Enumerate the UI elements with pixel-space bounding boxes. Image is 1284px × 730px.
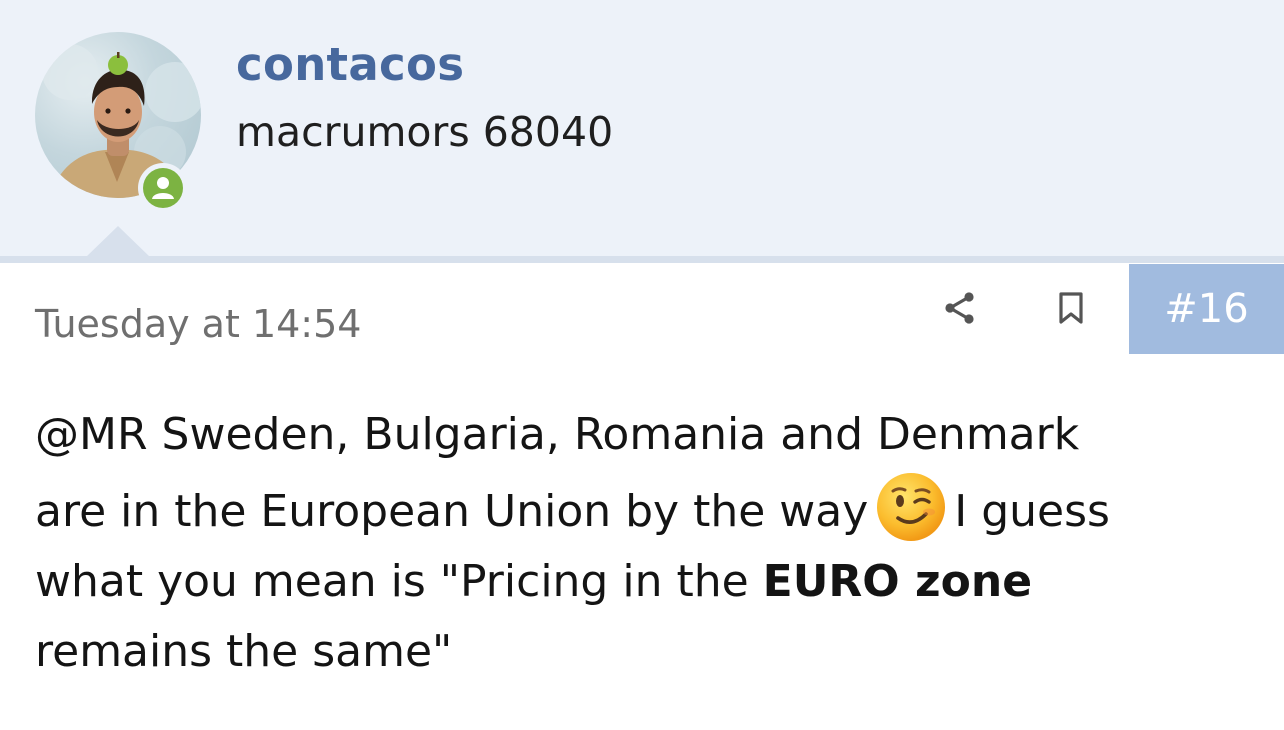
- message-line-3: what you mean is "Pricing in the EURO zo…: [35, 547, 1260, 617]
- message-line-2: are in the European Union by the way I g…: [35, 470, 1260, 547]
- username-link[interactable]: contacos: [236, 38, 464, 91]
- message-text: are in the European Union by the way: [35, 486, 869, 537]
- winking-face-emoji-icon: [874, 470, 948, 544]
- message-body: @MR Sweden, Bulgaria, Romania and Denmar…: [35, 400, 1260, 687]
- share-button[interactable]: [938, 286, 982, 330]
- message-text: I guess: [954, 486, 1110, 537]
- message-text: remains the same": [35, 626, 453, 677]
- message-line-1: @MR Sweden, Bulgaria, Romania and Denmar…: [35, 400, 1260, 470]
- message-text: what you mean is "Pricing in the: [35, 556, 763, 607]
- online-badge: [138, 163, 188, 213]
- user-title: macrumors 68040: [236, 108, 614, 156]
- header-pointer-arrow: [86, 226, 150, 257]
- share-icon: [945, 292, 974, 324]
- post-number-link[interactable]: #16: [1129, 264, 1284, 354]
- bookmark-button[interactable]: [1049, 286, 1093, 330]
- message-line-4: remains the same": [35, 617, 1260, 687]
- header-divider: [0, 256, 1284, 263]
- message-bold-text: EURO zone: [762, 556, 1033, 607]
- bookmark-icon: [1059, 292, 1083, 324]
- post-date[interactable]: Tuesday at 14:54: [35, 302, 361, 346]
- message-text: Sweden, Bulgaria, Romania and Denmark: [147, 409, 1080, 460]
- user-mention[interactable]: @MR: [35, 409, 148, 460]
- online-user-icon: [143, 168, 183, 208]
